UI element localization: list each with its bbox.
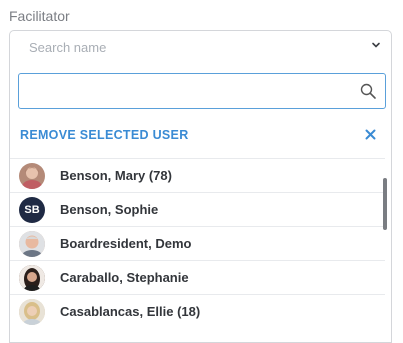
user-row[interactable]: SB Benson, Sophie	[10, 192, 385, 226]
user-name: Caraballo, Stephanie	[60, 270, 189, 285]
facilitator-select[interactable]: Search name	[9, 30, 392, 64]
avatar	[19, 299, 45, 325]
avatar	[19, 163, 45, 189]
scrollbar-thumb[interactable]	[383, 178, 387, 230]
user-name: Benson, Sophie	[60, 202, 159, 217]
facilitator-label: Facilitator	[9, 8, 70, 24]
user-name: Boardresident, Demo	[60, 236, 192, 251]
user-name: Benson, Mary (78)	[60, 168, 172, 183]
user-search-input[interactable]	[18, 73, 386, 109]
search-icon[interactable]	[359, 82, 377, 100]
select-placeholder: Search name	[29, 40, 107, 55]
user-row[interactable]: Boardresident, Demo	[10, 226, 385, 260]
user-dropdown: REMOVE SELECTED USER Benson, Mary (78) S…	[9, 63, 392, 343]
chevron-down-icon	[372, 42, 380, 48]
avatar: SB	[19, 197, 45, 223]
close-icon[interactable]	[365, 129, 376, 140]
user-row[interactable]: Caraballo, Stephanie	[10, 260, 385, 294]
user-name: Casablancas, Ellie (18)	[60, 304, 201, 319]
avatar	[19, 231, 45, 257]
user-list: Benson, Mary (78) SB Benson, Sophie Boar…	[10, 158, 385, 328]
avatar	[19, 265, 45, 291]
user-row[interactable]: Casablancas, Ellie (18)	[10, 294, 385, 328]
remove-selected-user-link[interactable]: REMOVE SELECTED USER	[20, 128, 189, 142]
user-row[interactable]: Benson, Mary (78)	[10, 158, 385, 192]
